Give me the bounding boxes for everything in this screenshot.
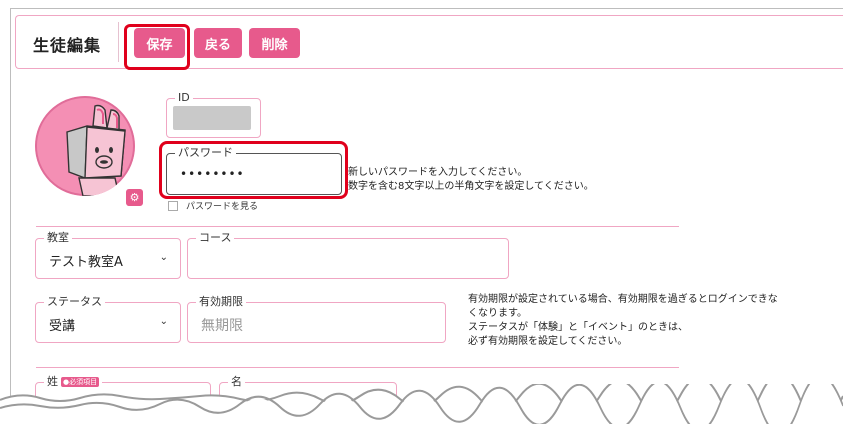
classroom-select[interactable]: 教室 テスト教室A ⌄	[35, 230, 181, 279]
delete-button[interactable]: 削除	[249, 28, 300, 58]
status-select[interactable]: ステータス 受講 ⌄	[35, 294, 181, 343]
id-field: ID	[166, 90, 261, 138]
chevron-down-icon: ⌄	[159, 316, 168, 327]
course-field[interactable]: コース	[187, 230, 509, 279]
back-button[interactable]: 戻る	[194, 28, 242, 58]
password-field-highlight	[159, 141, 348, 199]
status-label: ステータス	[44, 294, 105, 310]
password-note: 新しいパスワードを入力してください。 数字を含む8文字以上の半角文字を設定してく…	[348, 167, 594, 192]
section-divider	[36, 226, 679, 227]
expiration-placeholder[interactable]: 無期限	[201, 315, 243, 335]
show-password-checkbox[interactable]	[168, 200, 178, 211]
expiration-field[interactable]: 有効期限 無期限	[187, 294, 446, 343]
status-value: 受講	[49, 319, 76, 334]
mascot-avatar-icon[interactable]	[35, 96, 135, 196]
page-frame: 生徒編集 保存 戻る 削除 ⚙ ID パスワード •••••••• 新しいパスワ…	[10, 8, 843, 412]
gear-icon[interactable]: ⚙	[126, 189, 143, 206]
page-title: 生徒編集	[33, 36, 102, 55]
chevron-down-icon: ⌄	[159, 252, 168, 263]
torn-edge-decoration	[0, 384, 843, 424]
id-label: ID	[175, 90, 193, 106]
expiration-note: 有効期限が設定されている場合、有効期限を過ぎるとログインできな くなります。 ス…	[468, 294, 778, 347]
page-header: 生徒編集 保存 戻る 削除	[15, 15, 843, 70]
course-label: コース	[196, 230, 235, 246]
id-value-blurred	[173, 106, 251, 130]
show-password-label: パスワードを見る	[186, 202, 259, 212]
section-divider	[36, 367, 679, 368]
classroom-value: テスト教室A	[49, 255, 123, 270]
classroom-label: 教室	[44, 230, 72, 246]
save-button-highlight	[124, 24, 190, 70]
expiration-label: 有効期限	[196, 294, 246, 310]
header-divider	[118, 22, 119, 62]
show-password-toggle[interactable]: パスワードを見る	[168, 199, 258, 212]
